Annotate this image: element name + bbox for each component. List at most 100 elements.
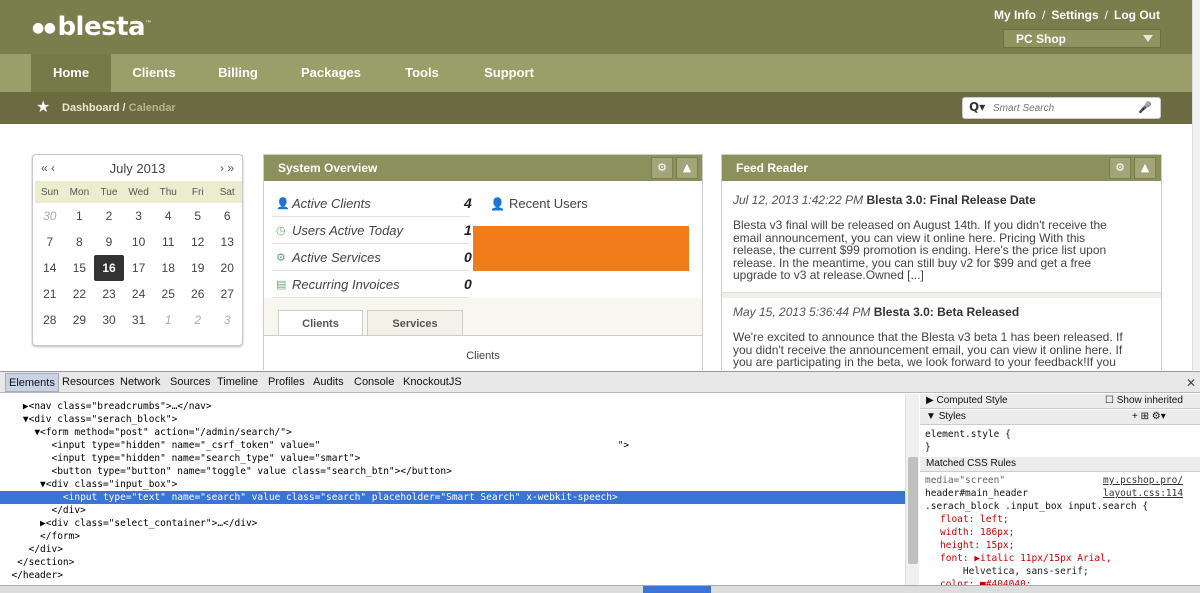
show-inherited-checkbox[interactable]: ☐ Show inherited [1105, 395, 1183, 406]
dom-node-selected[interactable]: <input type="text" name="search" value c… [0, 491, 905, 504]
settings-gear-icon[interactable]: ⚙ [1109, 157, 1131, 179]
calendar-day[interactable]: 21 [35, 281, 65, 307]
calendar-day[interactable]: 1 [153, 307, 183, 333]
css-property[interactable]: font: ▶italic 11px/15px Arial, [940, 553, 1112, 564]
dom-node[interactable]: </section> [0, 556, 905, 569]
devtools-tab-audits[interactable]: Audits [313, 376, 344, 388]
calendar-day[interactable]: 22 [65, 281, 95, 307]
dom-node[interactable]: <input type="hidden" name="search_type" … [0, 452, 905, 465]
styles-header[interactable]: ▼ Styles + ⊞ ⚙▾ [920, 410, 1200, 425]
calendar-day[interactable]: 10 [124, 229, 154, 255]
close-icon[interactable]: ✕ [1186, 376, 1196, 390]
dom-tree[interactable]: ▶<nav class="breadcrumbs">…</nav> ▼<div … [0, 394, 905, 593]
calendar-day[interactable]: 6 [212, 203, 242, 229]
calendar-day[interactable]: 9 [94, 229, 124, 255]
devtools-tab-knockoutjs[interactable]: KnockoutJS [403, 376, 462, 388]
style-tools-icons[interactable]: + ⊞ ⚙▾ [1132, 411, 1166, 422]
settings-link[interactable]: Settings [1051, 8, 1098, 22]
nav-support[interactable]: Support [470, 54, 548, 92]
nav-billing[interactable]: Billing [205, 54, 271, 92]
calendar-day[interactable]: 18 [153, 255, 183, 281]
calendar-day[interactable]: 12 [183, 229, 212, 255]
source-link[interactable]: my.pcshop.pro/ [1103, 475, 1183, 486]
stat-recurring-invoices[interactable]: ▤ Recurring Invoices 0 [272, 271, 472, 298]
calendar-day[interactable]: 14 [35, 255, 65, 281]
calendar-day[interactable]: 2 [183, 307, 212, 333]
microphone-icon[interactable]: 🎤 [1138, 101, 1152, 114]
devtools-tab-sources[interactable]: Sources [170, 376, 210, 388]
collapse-arrow-icon[interactable]: ▲ [676, 157, 698, 179]
stat-users-active-today[interactable]: ◷ Users Active Today 1 [272, 217, 472, 244]
breadcrumb-selected[interactable] [643, 586, 711, 593]
css-property[interactable]: height: 15px; [940, 540, 1014, 551]
calendar-day[interactable]: 25 [153, 281, 183, 307]
nav-tools[interactable]: Tools [392, 54, 452, 92]
source-link[interactable]: layout.css:114 [1103, 488, 1183, 499]
devtools-tab-timeline[interactable]: Timeline [217, 376, 258, 388]
calendar-day[interactable]: 15 [65, 255, 95, 281]
page-scrollbar[interactable] [1192, 0, 1200, 370]
my-info-link[interactable]: My Info [994, 8, 1036, 22]
calendar-day[interactable]: 30 [94, 307, 124, 333]
element-style-rule[interactable]: element.style { [925, 429, 1011, 440]
settings-gear-icon[interactable]: ⚙ [651, 157, 673, 179]
calendar-day[interactable]: 13 [212, 229, 242, 255]
company-select[interactable]: PC Shop [1003, 29, 1161, 48]
calendar-day[interactable]: 20 [212, 255, 242, 281]
nav-packages[interactable]: Packages [287, 54, 375, 92]
blesta-logo[interactable]: ●●blesta™ [32, 12, 152, 42]
css-property[interactable]: float: left; [940, 514, 1009, 525]
calendar-day[interactable]: 19 [183, 255, 212, 281]
dom-node[interactable]: <button type="button" name="toggle" valu… [0, 465, 905, 478]
calendar-day[interactable]: 2 [94, 203, 124, 229]
tab-clients[interactable]: Clients [278, 310, 363, 336]
calendar-day[interactable]: 23 [94, 281, 124, 307]
calendar-day[interactable]: 7 [35, 229, 65, 255]
dom-node[interactable]: ▼<form method="post" action="/admin/sear… [0, 426, 905, 439]
tab-services[interactable]: Services [367, 310, 463, 336]
calendar-day[interactable]: 3 [212, 307, 242, 333]
feed-item-title[interactable]: Blesta 3.0: Beta Released [874, 305, 1019, 319]
dom-node[interactable]: ▶<div class="select_container">…</div> [0, 517, 905, 530]
dom-node[interactable]: </div> [0, 504, 905, 517]
calendar-day[interactable]: 3 [124, 203, 154, 229]
dom-node[interactable]: ▼<div class="input_box"> [0, 478, 905, 491]
devtools-tab-elements[interactable]: Elements [5, 373, 59, 392]
breadcrumb-dashboard[interactable]: Dashboard [62, 102, 119, 114]
calendar-day[interactable]: 17 [124, 255, 154, 281]
dom-tree-scrollbar[interactable] [905, 394, 919, 593]
next-month-button[interactable]: › » [220, 161, 234, 175]
calendar-day[interactable]: 8 [65, 229, 95, 255]
devtools-tab-console[interactable]: Console [354, 376, 394, 388]
calendar-day[interactable]: 4 [153, 203, 183, 229]
search-toggle-icon[interactable]: Q▾ [969, 100, 985, 114]
log-out-link[interactable]: Log Out [1114, 8, 1160, 22]
calendar-day[interactable]: 27 [212, 281, 242, 307]
computed-style-header[interactable]: ▶ Computed Style ☐ Show inherited [920, 394, 1200, 409]
dom-node[interactable]: ▼<div class="serach_block"> [0, 413, 905, 426]
calendar-day[interactable]: 5 [183, 203, 212, 229]
dom-node[interactable]: </form> [0, 530, 905, 543]
stat-active-services[interactable]: ⚙ Active Services 0 [272, 244, 472, 271]
feed-item-title[interactable]: Blesta 3.0: Final Release Date [866, 193, 1035, 207]
dom-node[interactable]: </div> [0, 543, 905, 556]
search-input[interactable] [993, 101, 1133, 116]
calendar-day[interactable]: 29 [65, 307, 95, 333]
nav-home[interactable]: Home [31, 54, 111, 92]
calendar-day[interactable]: 24 [124, 281, 154, 307]
dom-node[interactable]: ▶<nav class="breadcrumbs">…</nav> [0, 400, 905, 413]
calendar-day[interactable]: 1 [65, 203, 95, 229]
nav-clients[interactable]: Clients [120, 54, 188, 92]
devtools-tab-profiles[interactable]: Profiles [268, 376, 305, 388]
devtools-tab-resources[interactable]: Resources [62, 376, 115, 388]
calendar-day[interactable]: 11 [153, 229, 183, 255]
star-icon[interactable]: ★ [36, 97, 50, 116]
calendar-day[interactable]: 26 [183, 281, 212, 307]
calendar-day-today[interactable]: 16 [94, 255, 124, 281]
css-property[interactable]: width: 186px; [940, 527, 1014, 538]
calendar-day[interactable]: 31 [124, 307, 154, 333]
collapse-arrow-icon[interactable]: ▲ [1134, 157, 1156, 179]
scrollbar-thumb[interactable] [908, 457, 918, 564]
dom-node[interactable]: </header> [0, 569, 905, 582]
devtools-tab-network[interactable]: Network [120, 376, 160, 388]
